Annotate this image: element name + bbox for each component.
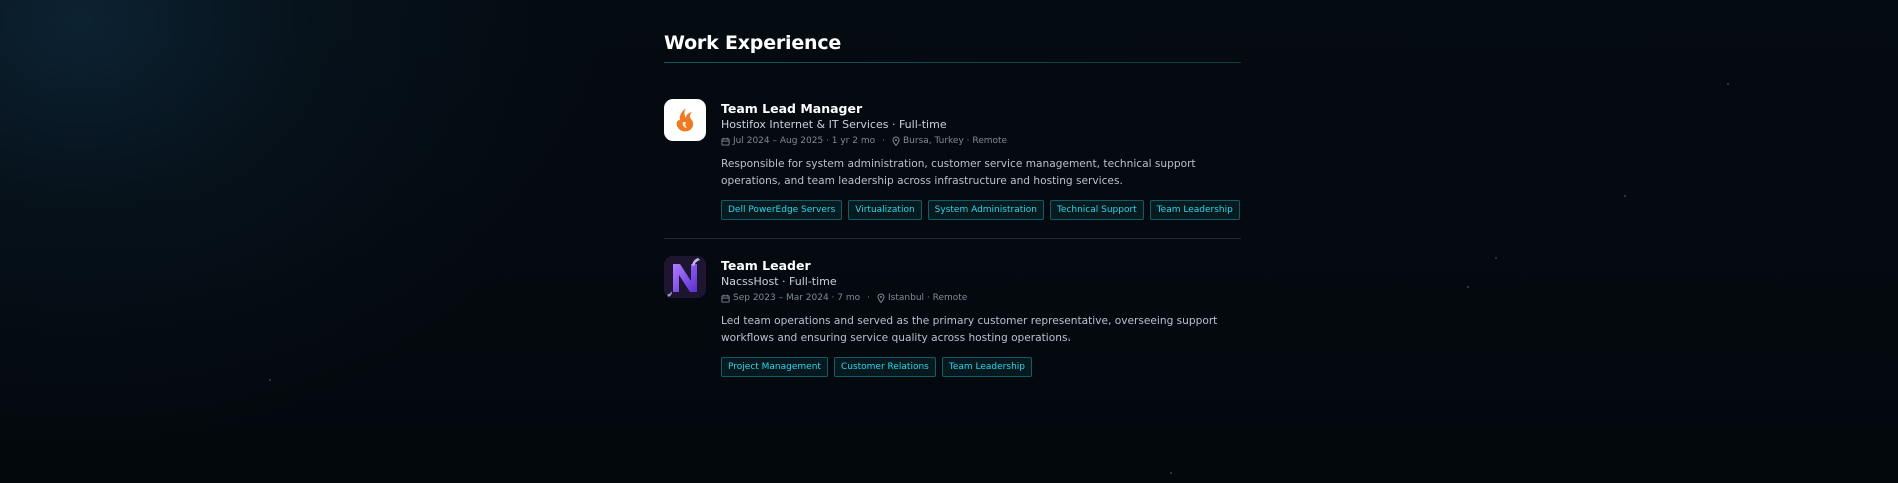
job-location: Istanbul · Remote [888,293,968,303]
job-description: Responsible for system administration, c… [721,158,1196,187]
background-star [1727,83,1729,85]
job-company: NacssHost · Full-time [721,275,837,288]
job-dates: Jul 2024 – Aug 2025 · 1 yr 2 mo [733,136,876,146]
calendar-icon [721,137,730,146]
job-meta: Jul 2024 – Aug 2025 · 1 yr 2 mo · Bursa,… [721,135,1007,147]
background-star [1170,472,1172,474]
meta-separator: · [882,136,885,146]
job-company: Hostifox Internet & IT Services · Full-t… [721,118,947,131]
skill-tag: Virtualization [848,200,922,220]
skill-tag: Dell PowerEdge Servers [721,200,843,220]
job-location: Bursa, Turkey · Remote [902,136,1008,146]
skill-tag: Team Leadership [941,357,1032,377]
calendar-icon [721,294,730,303]
purple-n-logo-icon [664,256,706,298]
skill-tag: Customer Relations [833,357,936,377]
skill-tags: Dell PowerEdge Servers Virtualization Sy… [721,200,1240,220]
job-description: Led team operations and served as the pr… [721,315,1218,344]
job-role: Team Lead Manager [721,101,863,116]
background-star [1495,257,1497,259]
skill-tags: Project Management Customer Relations Te… [721,357,1032,377]
skill-tag: Project Management [721,357,828,377]
background-star [269,379,271,381]
section-title: Work Experience [664,32,842,54]
job-role: Team Leader [721,258,811,273]
experience-divider [664,238,1241,239]
location-pin-icon [877,293,885,303]
skill-tag: Technical Support [1049,200,1144,220]
job-dates: Sep 2023 – Mar 2024 · 7 mo [733,293,861,303]
location-pin-icon [892,136,900,146]
meta-separator: · [867,293,871,303]
background-star [1467,286,1469,288]
job-meta: Sep 2023 – Mar 2024 · 7 mo · Istanbul · … [721,292,967,304]
background-star [1624,195,1626,197]
section-title-underline [664,62,1241,63]
skill-tag: System Administration [927,200,1044,220]
skill-tag: Team Leadership [1149,200,1240,220]
fox-flame-logo-icon [664,99,706,141]
